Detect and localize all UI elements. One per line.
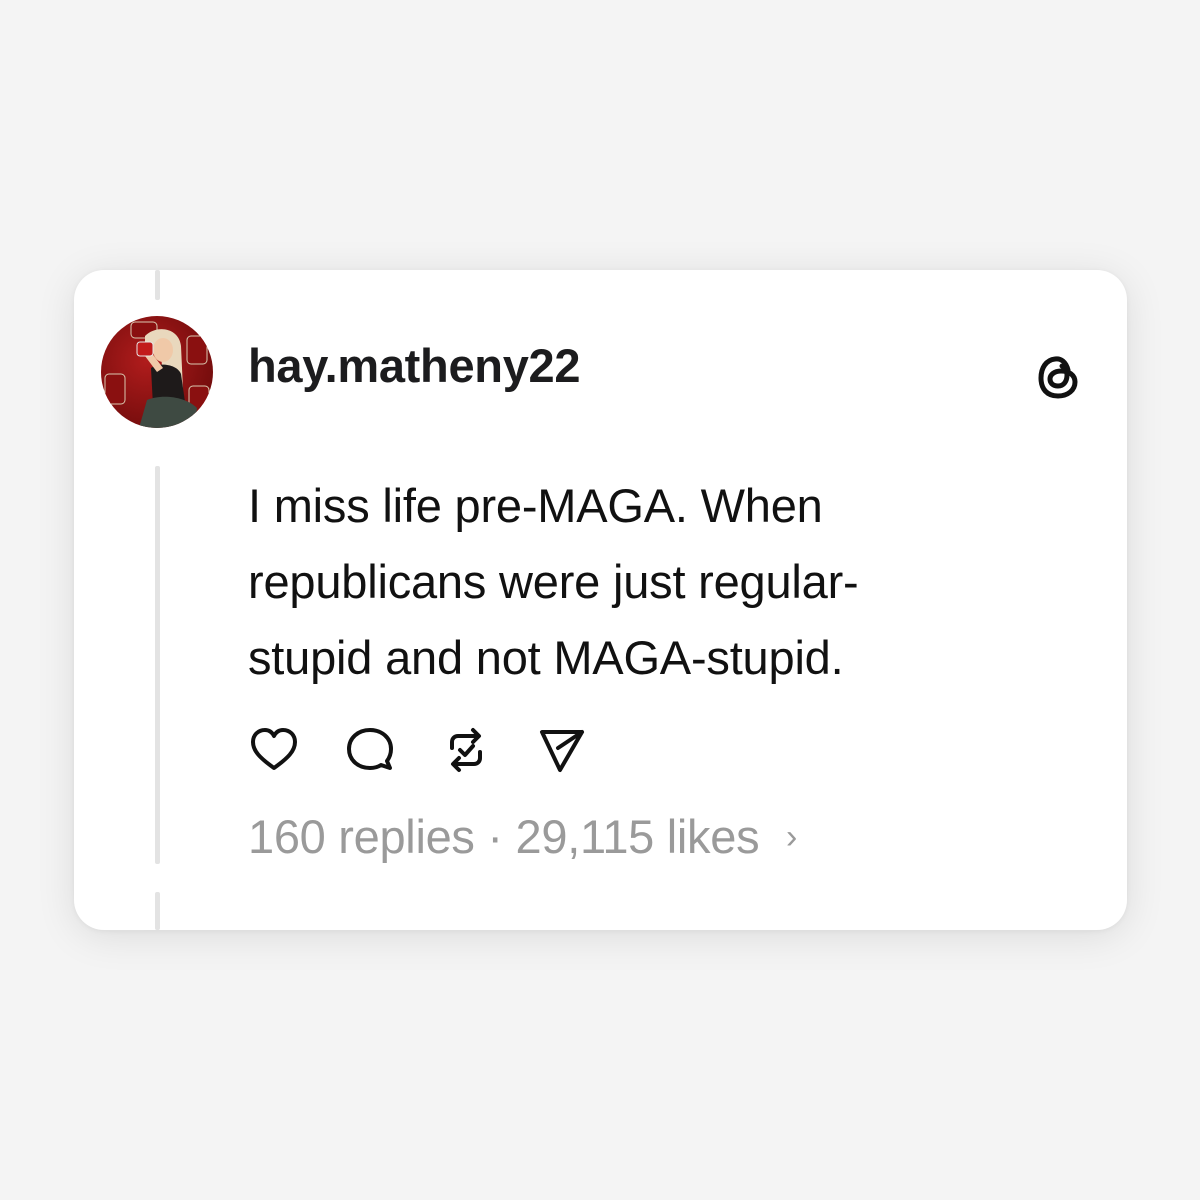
post-text-line: republicans were just regular- [248,555,859,608]
share-button[interactable] [536,724,588,776]
reply-button[interactable] [344,724,396,776]
avatar[interactable] [101,316,213,428]
threads-logo-icon[interactable] [1032,350,1086,404]
username[interactable]: hay.matheny22 [248,342,581,389]
post-body: I miss life pre-MAGA. When republicans w… [248,468,1068,696]
chevron-right-icon: › [786,818,798,856]
heart-icon [251,728,297,770]
stats-separator: · [487,810,503,863]
reply-count: 160 replies [248,810,475,863]
post-text-line: stupid and not MAGA-stupid. [248,631,844,684]
post-text-line: I miss life pre-MAGA. When [248,479,823,532]
post-stats-link[interactable]: 160 replies · 29,115 likes › [248,810,797,869]
avatar-illustration [101,316,213,428]
thread-line [155,466,160,864]
repost-icon [450,728,482,772]
repost-button[interactable] [440,724,492,776]
thread-line [155,892,160,930]
post-card[interactable]: hay.matheny22 I miss life pre-MAGA. When… [74,270,1127,930]
like-button[interactable] [248,724,300,776]
comment-icon [347,728,393,770]
like-count: 29,115 likes [515,810,760,863]
thread-line [155,270,160,300]
send-icon [540,730,584,772]
